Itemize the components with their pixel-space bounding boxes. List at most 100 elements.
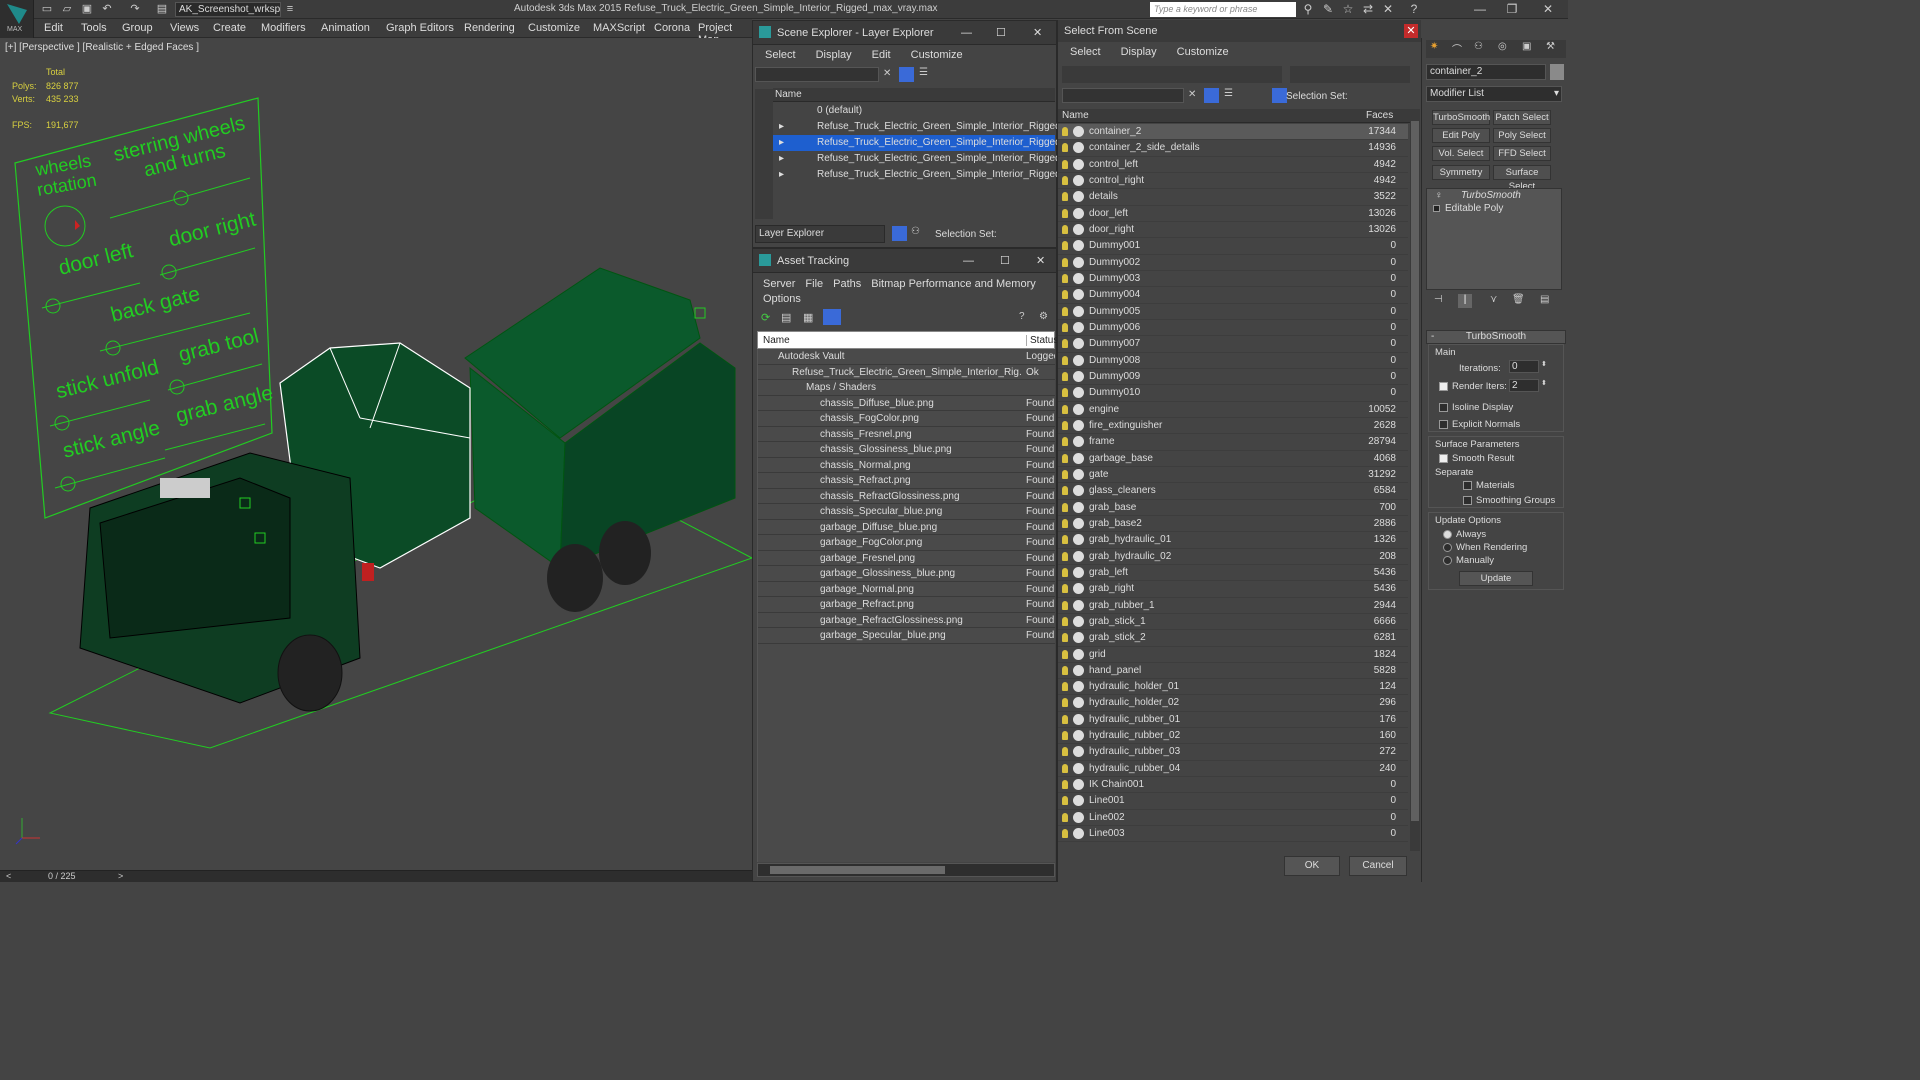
- bulb-icon[interactable]: [1062, 780, 1068, 790]
- manually-radio[interactable]: [1443, 556, 1452, 565]
- sfs-filter-icon[interactable]: [1204, 88, 1219, 103]
- at-close-icon[interactable]: ✕: [1036, 249, 1045, 273]
- bulb-icon[interactable]: [1062, 616, 1068, 626]
- binoculars-icon[interactable]: ⚲: [1300, 2, 1316, 17]
- make-unique-icon[interactable]: ⋎: [1490, 294, 1497, 305]
- expand-arrow-icon[interactable]: ▸: [779, 119, 784, 135]
- materials-checkbox[interactable]: [1463, 481, 1472, 490]
- object-row[interactable]: Dummy009 0: [1058, 369, 1408, 386]
- at-maximize-icon[interactable]: ☐: [1000, 249, 1010, 273]
- render-iters-spinner[interactable]: 2: [1509, 379, 1539, 392]
- table-view-icon[interactable]: [823, 309, 841, 325]
- bulb-icon[interactable]: [1062, 224, 1068, 234]
- bulb-icon[interactable]: [1062, 159, 1068, 169]
- close-icon[interactable]: ✕: [1532, 0, 1564, 19]
- asset-row[interactable]: chassis_Specular_blue.png Found: [758, 504, 1055, 520]
- modify-tab-icon[interactable]: ⌒: [1452, 41, 1462, 56]
- explicit-normals-checkbox[interactable]: [1439, 420, 1448, 429]
- help-icon[interactable]: ?: [1406, 2, 1422, 17]
- at-settings-icon[interactable]: ⚙: [1039, 311, 1048, 322]
- sfs-clear-icon[interactable]: ✕: [1188, 89, 1196, 100]
- time-slider[interactable]: < 0 / 225 >: [0, 870, 752, 882]
- bulb-icon[interactable]: [1062, 682, 1068, 692]
- bulb-icon[interactable]: [1062, 518, 1068, 528]
- bulb-icon[interactable]: [1062, 469, 1068, 479]
- bulb-icon[interactable]: [1062, 698, 1068, 708]
- poly-select-button[interactable]: Poly Select: [1493, 128, 1551, 143]
- object-row-selected[interactable]: container_2 17344: [1058, 124, 1408, 141]
- asset-row[interactable]: garbage_FogColor.png Found: [758, 535, 1055, 551]
- object-row[interactable]: Dummy003 0: [1058, 271, 1408, 288]
- sfs-filter-input[interactable]: [1062, 88, 1184, 103]
- object-row[interactable]: IK Chain001 0: [1058, 777, 1408, 794]
- se-maximize-icon[interactable]: ☐: [996, 21, 1006, 45]
- object-row[interactable]: grab_stick_2 6281: [1058, 630, 1408, 647]
- open-file-icon[interactable]: ▱: [60, 2, 74, 16]
- se-menu-display[interactable]: Display: [816, 49, 852, 61]
- explorer-type-dropdown[interactable]: Layer Explorer: [755, 225, 885, 243]
- remove-modifier-icon[interactable]: 🗑: [1512, 294, 1525, 305]
- turbosmooth-rollout-header[interactable]: - TurboSmooth: [1426, 330, 1566, 344]
- layer-row[interactable]: ▸ Refuse_Truck_Electric_Green_Simple_Inte…: [773, 167, 1085, 183]
- object-name-field[interactable]: container_2: [1426, 64, 1546, 80]
- autodesk-close-icon[interactable]: ✕: [1380, 2, 1396, 17]
- viewport-label[interactable]: [+] [Perspective ] [Realistic + Edged Fa…: [5, 42, 199, 53]
- bulb-icon[interactable]: [1062, 551, 1068, 561]
- asset-row[interactable]: garbage_Specular_blue.png Found: [758, 628, 1055, 644]
- new-file-icon[interactable]: ▭: [40, 2, 54, 16]
- render-iters-checkbox[interactable]: [1439, 382, 1448, 391]
- object-row[interactable]: grab_stick_1 6666: [1058, 614, 1408, 631]
- se-menu-select[interactable]: Select: [765, 49, 796, 61]
- asset-row[interactable]: Maps / Shaders: [758, 380, 1055, 396]
- object-row[interactable]: hand_panel 5828: [1058, 663, 1408, 680]
- layer-row[interactable]: 0 (default): [773, 103, 1055, 119]
- hierarchy-tab-icon[interactable]: ⚇: [1474, 41, 1483, 52]
- bulb-icon[interactable]: [1062, 306, 1068, 316]
- asset-row[interactable]: chassis_Refract.png Found: [758, 473, 1055, 489]
- asset-row[interactable]: Refuse_Truck_Electric_Green_Simple_Inter…: [758, 365, 1055, 380]
- sfs-titlebar[interactable]: Select From Scene ✕: [1058, 20, 1421, 42]
- patch-select-button[interactable]: Patch Select: [1493, 110, 1551, 125]
- at-menu-file[interactable]: File: [805, 278, 823, 290]
- sfs-scroll-thumb[interactable]: [1411, 121, 1419, 821]
- search-input[interactable]: Type a keyword or phrase: [1150, 2, 1296, 17]
- asset-row[interactable]: chassis_RefractGlossiness.png Found: [758, 489, 1055, 504]
- thumbnail-icon[interactable]: ▦: [803, 311, 813, 324]
- se-menu-customize[interactable]: Customize: [911, 49, 963, 61]
- object-row[interactable]: Dummy007 0: [1058, 336, 1408, 353]
- time-next-icon[interactable]: >: [118, 871, 123, 881]
- list-icon[interactable]: ▤: [781, 311, 791, 324]
- sfs-hierarchy-icon[interactable]: [1272, 88, 1287, 103]
- asset-row[interactable]: chassis_Normal.png Found: [758, 458, 1055, 473]
- bulb-icon[interactable]: [1062, 143, 1068, 153]
- sfs-menu-display[interactable]: Display: [1121, 46, 1157, 58]
- bulb-icon[interactable]: [1062, 535, 1068, 545]
- bulb-icon[interactable]: [1062, 584, 1068, 594]
- sfs-menu-customize[interactable]: Customize: [1177, 46, 1229, 58]
- object-row[interactable]: door_right 13026: [1058, 222, 1408, 239]
- bulb-icon[interactable]: [1062, 192, 1068, 202]
- object-row[interactable]: engine 10052: [1058, 402, 1408, 418]
- minimize-icon[interactable]: —: [1464, 0, 1496, 19]
- workspace-menu-icon[interactable]: ≡: [283, 2, 297, 16]
- bulb-icon[interactable]: [1062, 812, 1068, 822]
- object-row[interactable]: control_left 4942: [1058, 157, 1408, 173]
- object-row[interactable]: Line003 0: [1058, 826, 1408, 843]
- object-row[interactable]: frame 28794: [1058, 434, 1408, 451]
- object-row[interactable]: hydraulic_rubber_02 160: [1058, 728, 1408, 745]
- asset-row[interactable]: garbage_RefractGlossiness.png Found: [758, 613, 1055, 628]
- workspace-dropdown[interactable]: AK_Screenshot_wrksp ▾: [175, 2, 281, 28]
- bulb-icon[interactable]: [1062, 388, 1068, 398]
- bulb-icon[interactable]: [1062, 127, 1068, 136]
- se-close-icon[interactable]: ✕: [1033, 21, 1042, 45]
- bulb-icon[interactable]: [1062, 437, 1068, 447]
- bulb-icon[interactable]: [1062, 829, 1068, 839]
- menu-maxscript[interactable]: MAXScript: [593, 22, 645, 34]
- object-row[interactable]: Line001 0: [1058, 793, 1408, 810]
- asset-tracking-titlebar[interactable]: Asset Tracking — ☐ ✕: [753, 249, 1056, 273]
- sfs-type-filter-toolbar[interactable]: [1062, 66, 1282, 83]
- exchange-icon[interactable]: ⇄: [1360, 2, 1376, 17]
- menu-graph-editors[interactable]: Graph Editors: [386, 22, 454, 34]
- object-row[interactable]: hydraulic_holder_02 296: [1058, 695, 1408, 712]
- bulb-icon[interactable]: [1062, 714, 1068, 724]
